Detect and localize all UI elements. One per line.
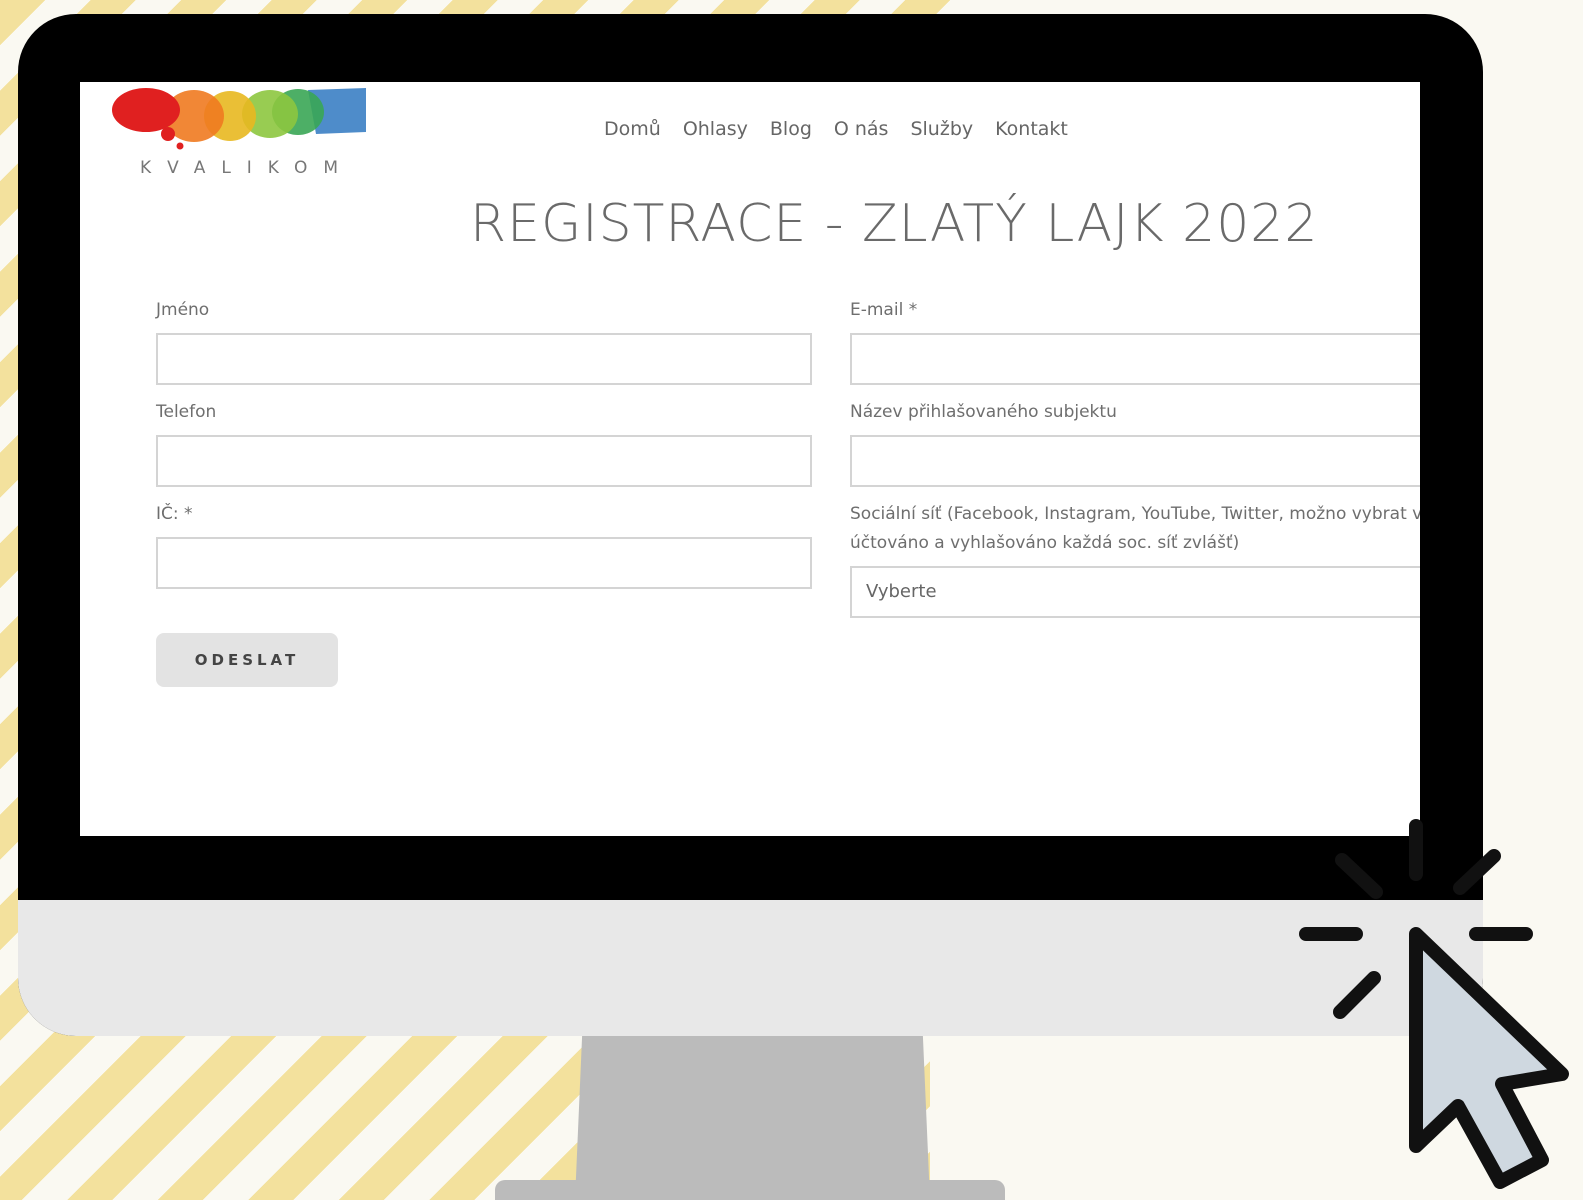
email-label: E-mail * bbox=[850, 300, 918, 320]
email-input[interactable] bbox=[850, 333, 1420, 385]
nav-item-sluzby[interactable]: Služby bbox=[910, 118, 973, 140]
social-label: Sociální síť (Facebook, Instagram, YouTu… bbox=[850, 500, 1420, 558]
name-input[interactable] bbox=[156, 333, 812, 385]
social-label-line-2: účtováno a vyhlašováno každá soc. síť zv… bbox=[850, 533, 1240, 553]
social-network-select[interactable]: Vyberte bbox=[850, 566, 1420, 618]
browser-screen: KVALIKOM Domů Ohlasy Blog O nás Služby K… bbox=[80, 82, 1420, 836]
monitor-stand bbox=[575, 1036, 930, 1200]
nav-item-ohlasy[interactable]: Ohlasy bbox=[683, 118, 748, 140]
nav-item-o-nas[interactable]: O nás bbox=[834, 118, 889, 140]
social-label-line-1: Sociální síť (Facebook, Instagram, YouTu… bbox=[850, 504, 1420, 524]
nav-item-blog[interactable]: Blog bbox=[770, 118, 812, 140]
submit-button[interactable]: ODESLAT bbox=[156, 633, 338, 687]
phone-label: Telefon bbox=[156, 402, 217, 422]
subject-input[interactable] bbox=[850, 435, 1420, 487]
nav-item-domu[interactable]: Domů bbox=[604, 118, 661, 140]
monitor-stand-foot bbox=[495, 1180, 1005, 1200]
logo-text: KVALIKOM bbox=[140, 158, 355, 178]
ic-label: IČ: * bbox=[156, 504, 193, 524]
ic-input[interactable] bbox=[156, 537, 812, 589]
logo-speech-bubbles bbox=[112, 88, 366, 150]
mouse-pointer-click-icon bbox=[1299, 819, 1569, 1189]
name-label: Jméno bbox=[156, 300, 210, 320]
subject-label: Název přihlašovaného subjektu bbox=[850, 402, 1117, 422]
phone-input[interactable] bbox=[156, 435, 812, 487]
nav-item-kontakt[interactable]: Kontakt bbox=[995, 118, 1068, 140]
monitor-chin bbox=[18, 900, 1483, 1036]
main-nav: Domů Ohlasy Blog O nás Služby Kontakt bbox=[604, 118, 1068, 140]
page-title: REGISTRACE - ZLATÝ LAJK 2022 bbox=[470, 194, 1319, 254]
